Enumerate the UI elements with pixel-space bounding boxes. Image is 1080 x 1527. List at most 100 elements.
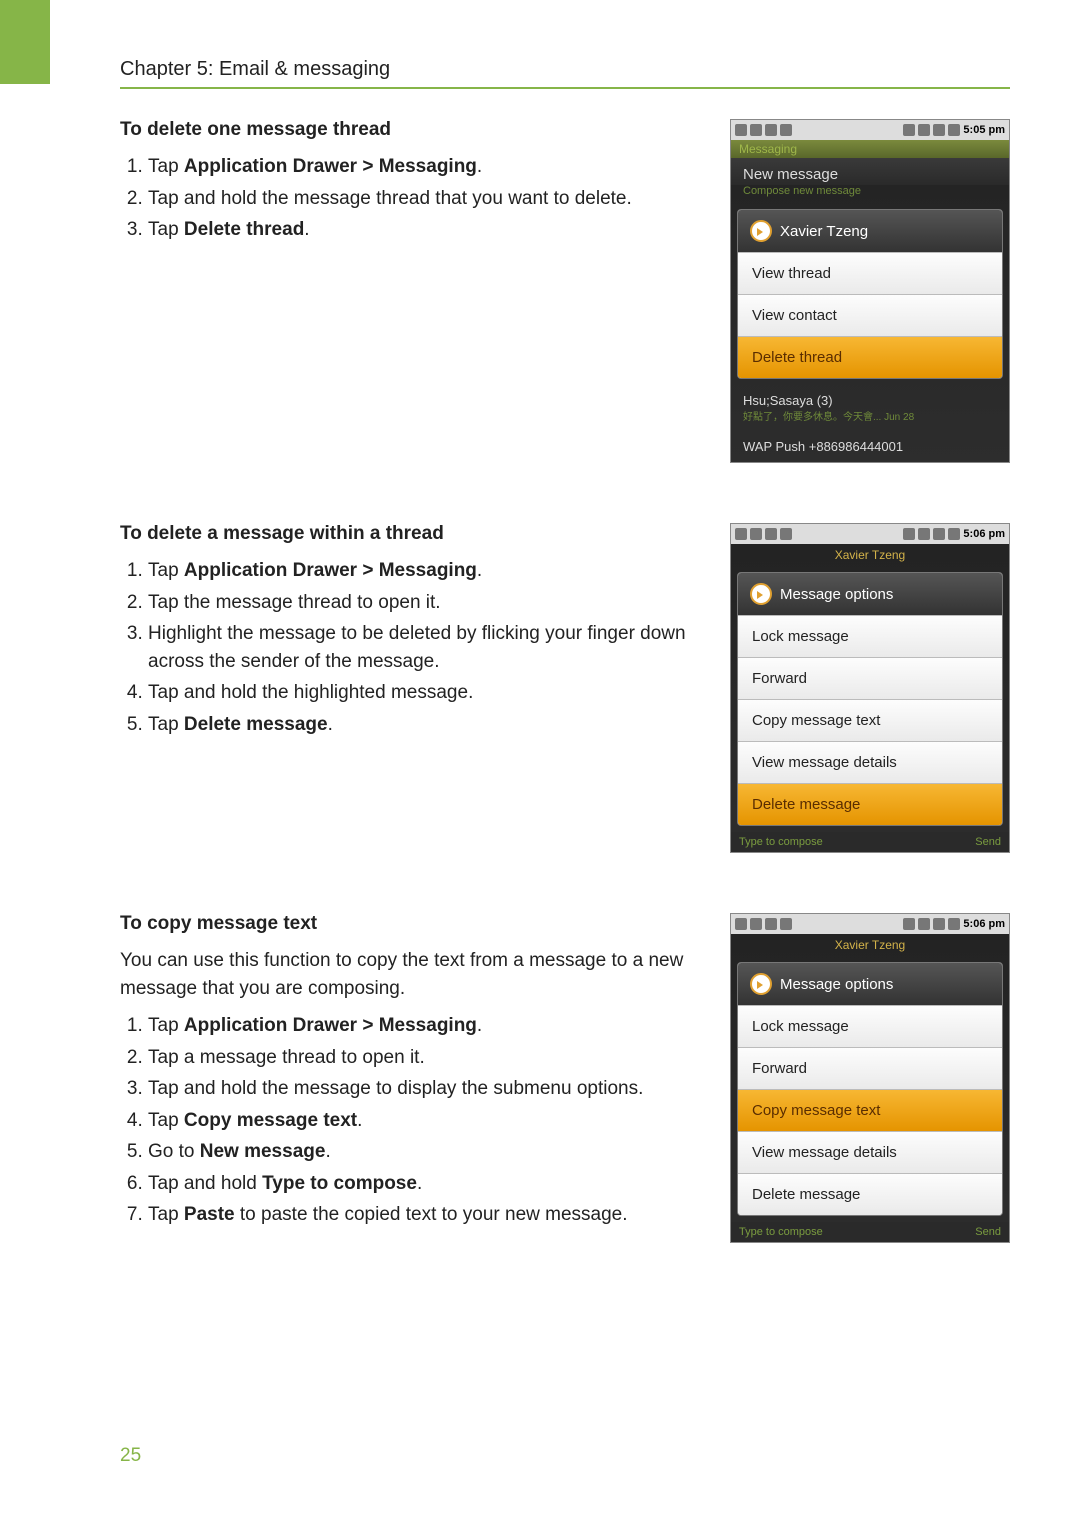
- side-tab-decoration: [0, 0, 50, 84]
- step-bold: Copy message text: [184, 1110, 357, 1131]
- section-intro: You can use this function to copy the te…: [120, 947, 705, 1002]
- status-bar: 5:05 pm: [731, 120, 1009, 140]
- section-delete-thread: To delete one message thread Tap Applica…: [120, 119, 1010, 463]
- avatar-icon: [750, 583, 772, 605]
- compose-placeholder[interactable]: Type to compose: [739, 836, 823, 848]
- battery-icon: [918, 124, 930, 136]
- step-text: Tap: [148, 156, 184, 177]
- step: Tap and hold Type to compose.: [148, 1170, 705, 1198]
- usb-icon: [765, 124, 777, 136]
- warning-icon: [780, 918, 792, 930]
- bluetooth-icon: [903, 528, 915, 540]
- menu-item-lock-message[interactable]: Lock message: [738, 615, 1002, 657]
- step: Tap Application Drawer > Messaging.: [148, 153, 705, 181]
- signal-icon: [933, 528, 945, 540]
- compose-bar: Type to compose Send: [731, 1222, 1009, 1242]
- send-button[interactable]: Send: [975, 836, 1001, 848]
- status-time: 5:06 pm: [963, 528, 1005, 540]
- step-list: Tap Application Drawer > Messaging. Tap …: [120, 557, 705, 738]
- status-icons-left: [735, 124, 792, 136]
- notification-icon: [735, 528, 747, 540]
- step: Tap and hold the highlighted message.: [148, 679, 705, 707]
- status-icons-left: [735, 918, 792, 930]
- menu-item-copy-text[interactable]: Copy message text: [738, 1089, 1002, 1131]
- thread-title: WAP Push +886986444001: [743, 439, 997, 454]
- step: Tap the message thread to open it.: [148, 589, 705, 617]
- menu-item-view-contact[interactable]: View contact: [738, 294, 1002, 336]
- network-icon: [948, 918, 960, 930]
- step-text: Go to: [148, 1141, 200, 1162]
- compose-bar: Type to compose Send: [731, 832, 1009, 852]
- conversation-title: Xavier Tzeng: [731, 934, 1009, 956]
- status-icons-right: 5:05 pm: [903, 124, 1005, 136]
- step-list: Tap Application Drawer > Messaging. Tap …: [120, 153, 705, 244]
- context-menu-header: Message options: [738, 573, 1002, 615]
- step-post: .: [417, 1173, 422, 1194]
- phone-screenshot-3: 5:06 pm Xavier Tzeng Message options Loc…: [730, 913, 1010, 1243]
- menu-item-delete-message[interactable]: Delete message: [738, 783, 1002, 825]
- compose-placeholder[interactable]: Type to compose: [739, 1226, 823, 1238]
- document-page: Chapter 5: Email & messaging To delete o…: [0, 0, 1080, 1527]
- step-post: .: [357, 1110, 362, 1131]
- context-menu: Xavier Tzeng View thread View contact De…: [737, 209, 1003, 379]
- section-heading: To delete a message within a thread: [120, 523, 705, 545]
- context-menu-title: Message options: [780, 976, 893, 993]
- menu-item-copy-text[interactable]: Copy message text: [738, 699, 1002, 741]
- step-bold: Type to compose: [262, 1173, 417, 1194]
- new-message-row[interactable]: New message: [731, 158, 1009, 185]
- step-text: Tap and hold the message thread that you…: [148, 188, 632, 209]
- step-text: Tap and hold: [148, 1173, 262, 1194]
- send-button[interactable]: Send: [975, 1226, 1001, 1238]
- step-text: Tap and hold the message to display the …: [148, 1078, 643, 1099]
- section-heading: To delete one message thread: [120, 119, 705, 141]
- menu-item-view-thread[interactable]: View thread: [738, 252, 1002, 294]
- network-icon: [948, 124, 960, 136]
- step-bold: Application Drawer > Messaging: [184, 1015, 477, 1036]
- step-bold: Application Drawer > Messaging: [184, 156, 477, 177]
- menu-item-delete-message[interactable]: Delete message: [738, 1173, 1002, 1215]
- screenshot-column: 5:05 pm Messaging New message Compose ne…: [730, 119, 1010, 463]
- step-post: .: [328, 714, 333, 735]
- step-text: Tap: [148, 219, 184, 240]
- step: Tap Delete thread.: [148, 216, 705, 244]
- context-menu-header: Xavier Tzeng: [738, 210, 1002, 252]
- step-text: Tap: [148, 714, 184, 735]
- step-post: to paste the copied text to your new mes…: [235, 1204, 628, 1225]
- menu-item-view-details[interactable]: View message details: [738, 741, 1002, 783]
- thread-row[interactable]: Hsu;Sasaya (3) 好點了，你要多休息。今天會... Jun 28: [731, 385, 1009, 431]
- step: Tap and hold the message thread that you…: [148, 185, 705, 213]
- screenshot-column: 5:06 pm Xavier Tzeng Message options Loc…: [730, 913, 1010, 1243]
- status-icons-right: 5:06 pm: [903, 528, 1005, 540]
- page-number: 25: [120, 1445, 141, 1467]
- usb-icon: [765, 918, 777, 930]
- step-post: .: [304, 219, 309, 240]
- menu-item-delete-thread[interactable]: Delete thread: [738, 336, 1002, 378]
- conversation-title: Xavier Tzeng: [731, 544, 1009, 566]
- status-icons-left: [735, 528, 792, 540]
- text-column: To delete a message within a thread Tap …: [120, 523, 730, 742]
- menu-item-lock-message[interactable]: Lock message: [738, 1005, 1002, 1047]
- step: Tap Application Drawer > Messaging.: [148, 1012, 705, 1040]
- step-bold: Application Drawer > Messaging: [184, 560, 477, 581]
- menu-item-forward[interactable]: Forward: [738, 1047, 1002, 1089]
- step: Tap Delete message.: [148, 711, 705, 739]
- menu-item-view-details[interactable]: View message details: [738, 1131, 1002, 1173]
- phone-screenshot-2: 5:06 pm Xavier Tzeng Message options Loc…: [730, 523, 1010, 853]
- step-post: .: [325, 1141, 330, 1162]
- text-column: To delete one message thread Tap Applica…: [120, 119, 730, 248]
- battery-icon: [918, 918, 930, 930]
- menu-item-forward[interactable]: Forward: [738, 657, 1002, 699]
- phone-screenshot-1: 5:05 pm Messaging New message Compose ne…: [730, 119, 1010, 463]
- status-bar: 5:06 pm: [731, 524, 1009, 544]
- sync-icon: [750, 918, 762, 930]
- step-post: .: [477, 1015, 482, 1036]
- context-menu: Message options Lock message Forward Cop…: [737, 572, 1003, 826]
- step-text: Tap: [148, 560, 184, 581]
- step-text: Highlight the message to be deleted by f…: [148, 623, 686, 672]
- avatar-icon: [750, 973, 772, 995]
- context-menu: Message options Lock message Forward Cop…: [737, 962, 1003, 1216]
- signal-icon: [933, 918, 945, 930]
- step-text: Tap the message thread to open it.: [148, 592, 441, 613]
- notification-icon: [735, 918, 747, 930]
- thread-row[interactable]: WAP Push +886986444001: [731, 431, 1009, 462]
